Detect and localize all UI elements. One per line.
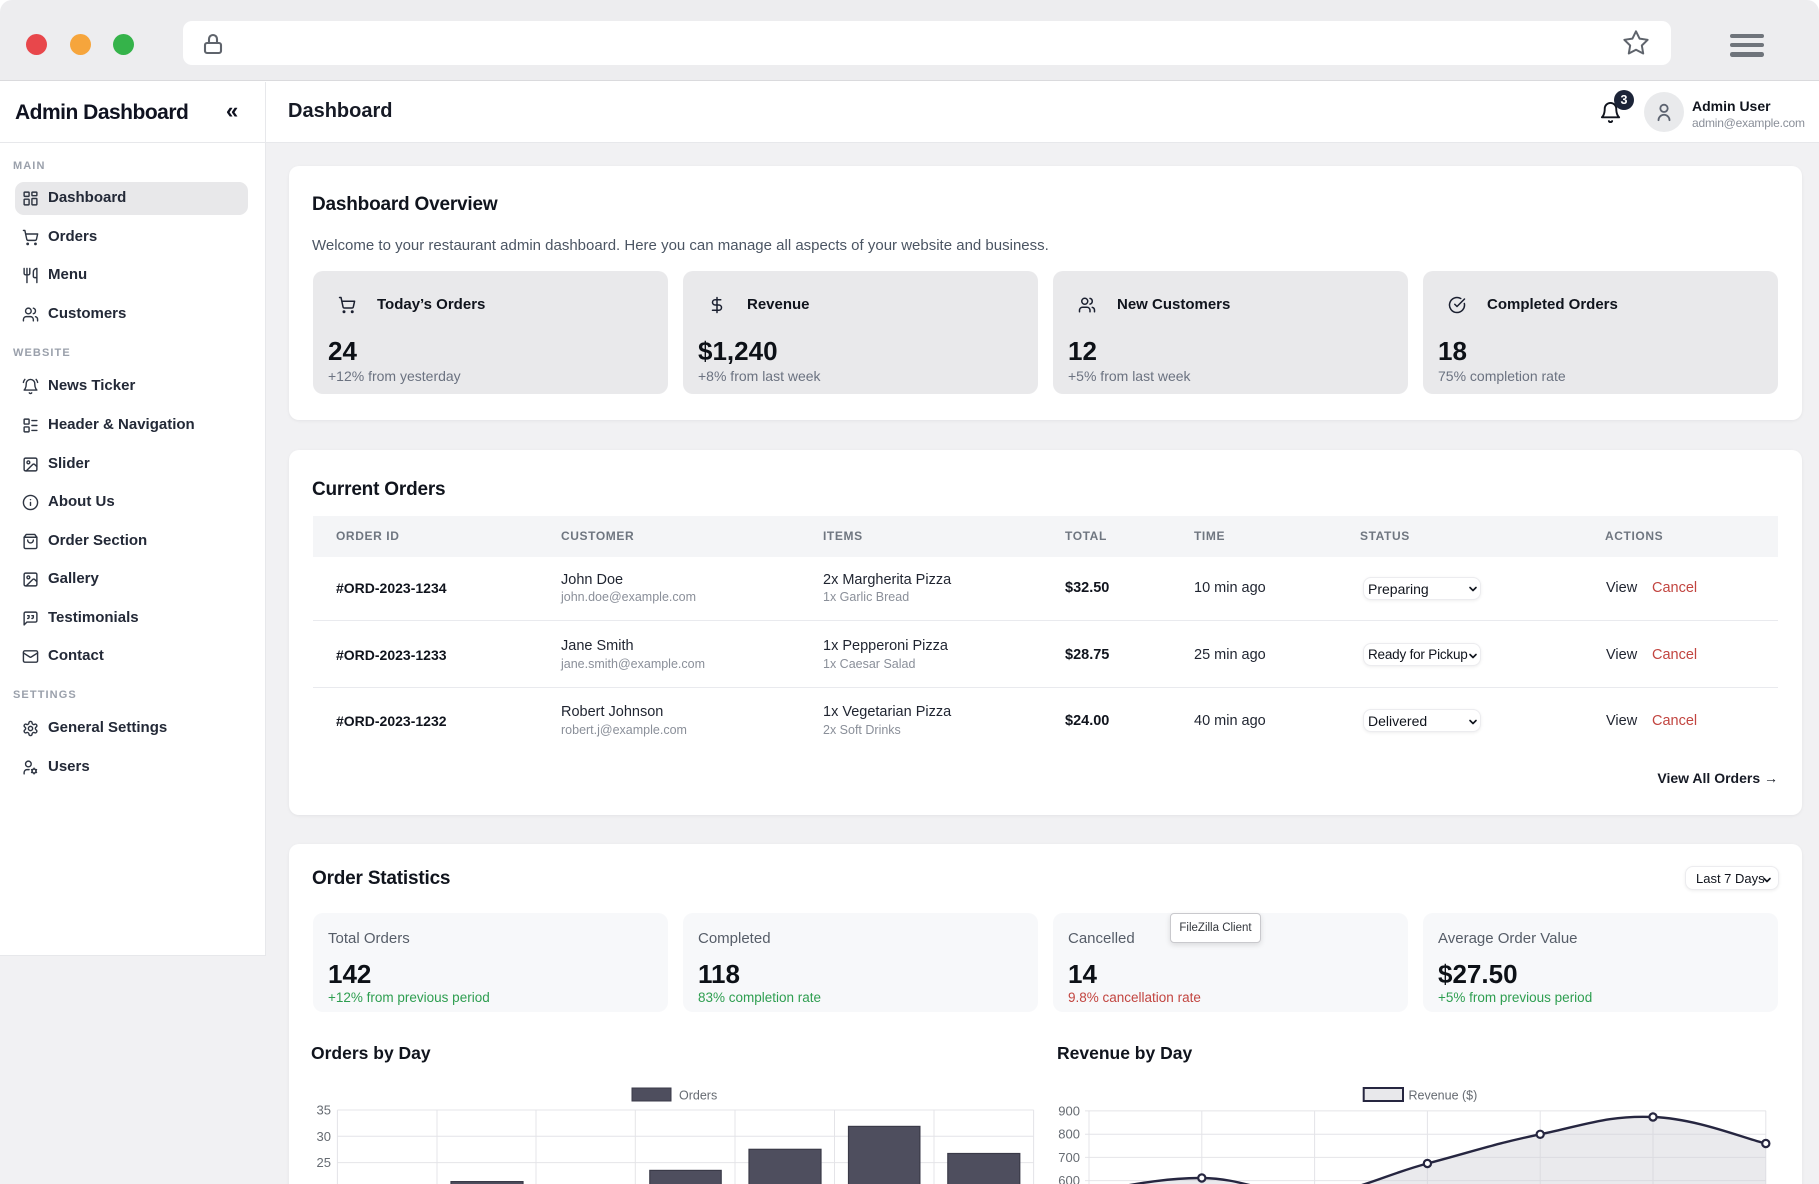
svg-text:900: 900 (1058, 1103, 1080, 1118)
svg-text:700: 700 (1058, 1150, 1080, 1165)
svg-text:Revenue ($): Revenue ($) (1409, 1089, 1478, 1103)
svg-text:30: 30 (317, 1129, 331, 1144)
svg-text:35: 35 (317, 1103, 331, 1118)
svg-text:800: 800 (1058, 1127, 1080, 1142)
svg-text:Orders: Orders (679, 1089, 717, 1103)
svg-text:600: 600 (1058, 1173, 1080, 1184)
svg-text:25: 25 (317, 1155, 331, 1170)
